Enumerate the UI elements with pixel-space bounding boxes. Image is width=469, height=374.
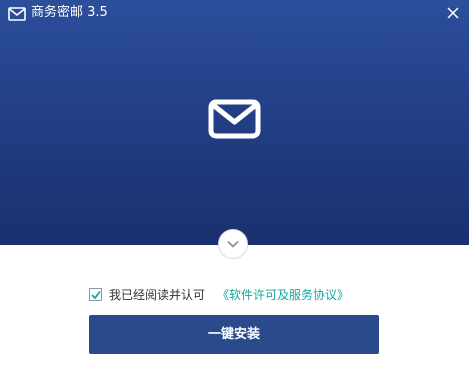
window-title: 商务密邮 3.5 xyxy=(31,5,108,20)
close-button[interactable] xyxy=(443,3,463,23)
title-bar[interactable]: 商务密邮 3.5 xyxy=(0,0,469,28)
mail-logo-icon xyxy=(208,99,261,139)
agreement-label: 我已经阅读并认可 xyxy=(109,288,206,302)
license-agreement-link[interactable]: 《软件许可及服务协议》 xyxy=(217,287,349,303)
installer-window: 商务密邮 3.5 我已经阅读并认可 《软件许可及服务协议》 一键安装 xyxy=(0,0,469,374)
hero-banner: 商务密邮 3.5 xyxy=(0,0,469,245)
chevron-down-icon xyxy=(227,240,239,248)
one-click-install-button[interactable]: 一键安装 xyxy=(89,315,379,354)
agree-checkbox[interactable] xyxy=(89,288,102,301)
checkmark-icon xyxy=(91,290,101,300)
mail-icon xyxy=(8,6,26,21)
expand-options-button[interactable] xyxy=(218,229,248,259)
close-icon xyxy=(447,7,459,19)
